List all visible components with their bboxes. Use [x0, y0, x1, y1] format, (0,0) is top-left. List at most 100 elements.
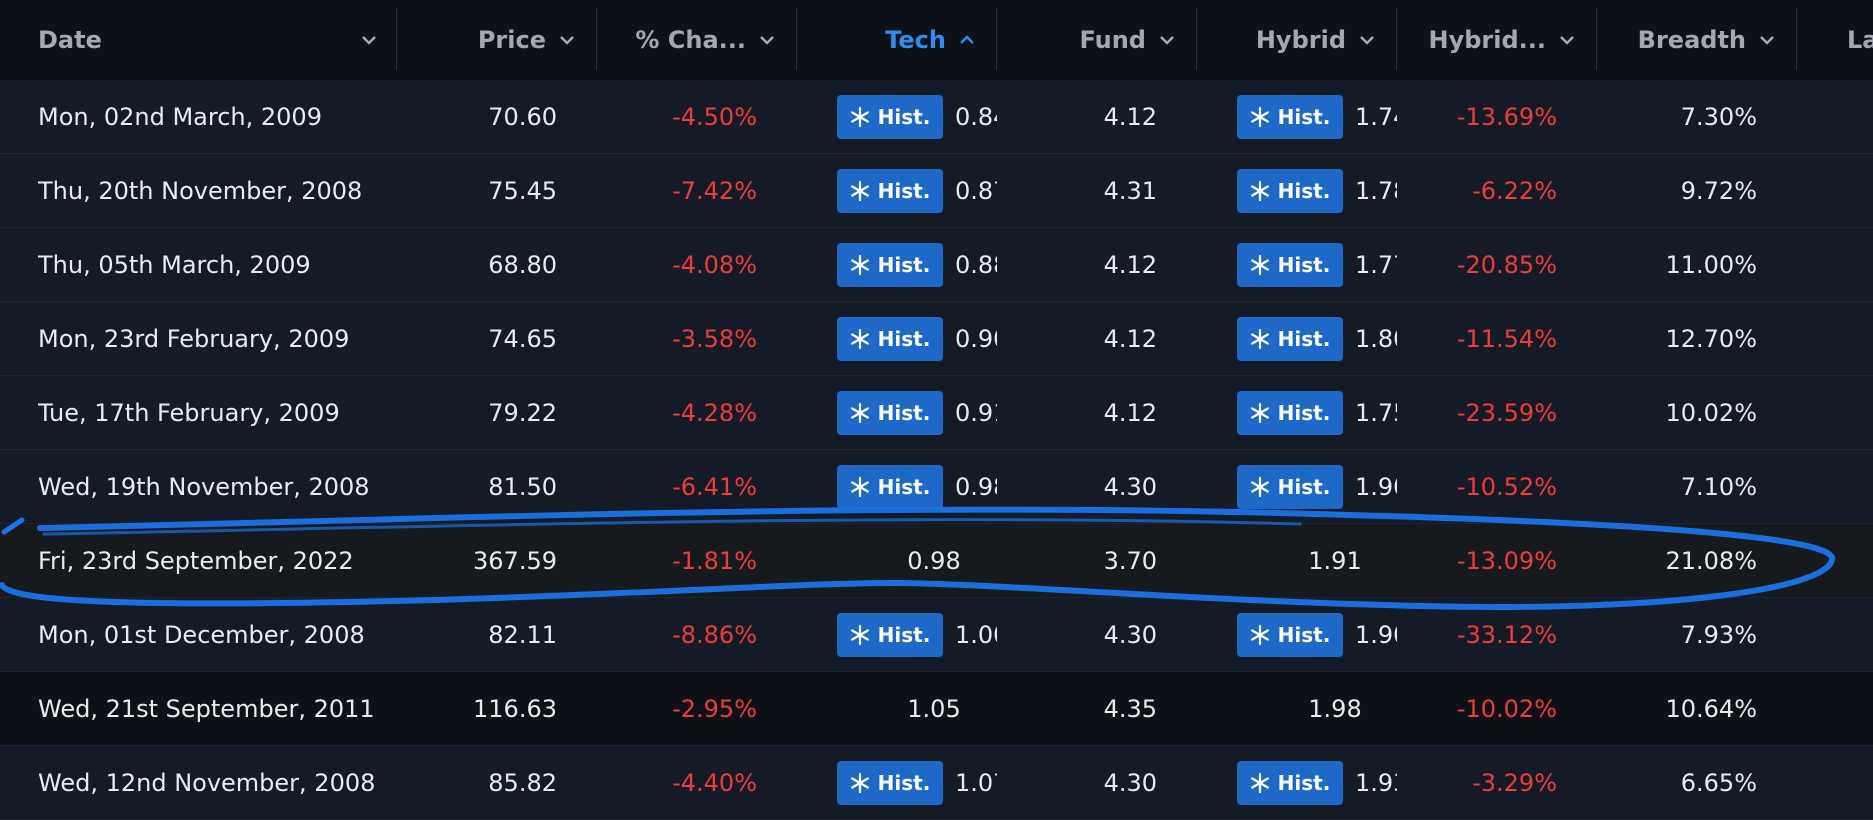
hybrid2-value: -13.09%	[1456, 547, 1557, 575]
table-row[interactable]: Mon, 01st December, 2008 82.11 -8.86% Hist.…	[0, 598, 1873, 672]
cell-hybrid-2: -20.85%	[1400, 228, 1557, 302]
hist-button[interactable]: Hist.	[1237, 613, 1343, 657]
hist-button[interactable]: Hist.	[837, 95, 943, 139]
table-row[interactable]: Mon, 02nd March, 2009 70.60 -4.50% Hist. 0.8…	[0, 80, 1873, 154]
cell-tech: Hist. 0.87	[837, 154, 997, 228]
breadth-value: 7.30%	[1680, 103, 1757, 131]
hist-button[interactable]: Hist.	[837, 465, 943, 509]
column-header-last[interactable]: La	[1847, 0, 1873, 80]
hist-button[interactable]: Hist.	[1237, 243, 1343, 287]
hist-button-label: Hist.	[877, 401, 931, 425]
column-header-tech[interactable]: Tech	[797, 0, 974, 80]
cell-hybrid: Hist. 1.90	[1237, 598, 1397, 672]
hist-button[interactable]: Hist.	[1237, 465, 1343, 509]
hist-button[interactable]: Hist.	[1237, 95, 1343, 139]
hybrid2-value: -23.59%	[1456, 399, 1557, 427]
hist-button-label: Hist.	[877, 623, 931, 647]
cell-date: Wed, 19th November, 2008	[38, 450, 378, 524]
snowflake-icon	[1250, 255, 1269, 275]
hist-button-label: Hist.	[1277, 179, 1331, 203]
cell-fund: 4.12	[1000, 302, 1157, 376]
hist-button-label: Hist.	[877, 105, 931, 129]
date-value: Wed, 19th November, 2008	[38, 473, 370, 501]
tech-value: 0.98	[907, 547, 961, 575]
hist-button[interactable]: Hist.	[837, 613, 943, 657]
snowflake-icon	[1250, 107, 1269, 127]
cell-hybrid-2: -10.52%	[1400, 450, 1557, 524]
column-header-price[interactable]: Price	[397, 0, 574, 80]
column-header-date[interactable]: Date	[38, 0, 376, 80]
fund-value: 4.30	[1103, 769, 1157, 797]
column-label: La	[1847, 26, 1873, 54]
column-header-fund[interactable]: Fund	[997, 0, 1174, 80]
table-header: Date Price % Cha... Tech Fund Hybrid Hyb…	[0, 0, 1873, 81]
date-value: Wed, 21st September, 2011	[38, 695, 375, 723]
hybrid-value: 1.90	[1355, 473, 1397, 501]
tech-value: 0.84	[955, 103, 997, 131]
cell-price: 82.11	[400, 598, 557, 672]
hist-button[interactable]: Hist.	[837, 243, 943, 287]
tech-value: 0.87	[955, 177, 997, 205]
cell-breadth: 9.72%	[1600, 154, 1757, 228]
hybrid-value: 1.93	[1355, 769, 1397, 797]
table-row[interactable]: Wed, 12nd November, 2008 85.82 -4.40% Hist.…	[0, 746, 1873, 820]
snowflake-icon	[1250, 773, 1269, 793]
cell-breadth: 21.08%	[1600, 524, 1757, 598]
cell-breadth: 7.10%	[1600, 450, 1757, 524]
snowflake-icon	[1250, 181, 1269, 201]
hybrid-value: 1.77	[1355, 251, 1397, 279]
table-row[interactable]: Wed, 21st September, 2011 116.63 -2.95% 1.0…	[0, 672, 1873, 746]
hybrid2-value: -10.52%	[1456, 473, 1557, 501]
chevron-down-icon	[1360, 36, 1374, 45]
price-value: 82.11	[488, 621, 557, 649]
cell-price: 85.82	[400, 746, 557, 820]
price-value: 70.60	[488, 103, 557, 131]
column-header-hybrid[interactable]: Hybrid	[1197, 0, 1374, 80]
column-header-breadth[interactable]: Breadth	[1597, 0, 1774, 80]
change-value: -6.41%	[672, 473, 757, 501]
hist-button[interactable]: Hist.	[1237, 391, 1343, 435]
hist-button[interactable]: Hist.	[1237, 761, 1343, 805]
cell-fund: 4.12	[1000, 80, 1157, 154]
cell-date: Wed, 21st September, 2011	[38, 672, 378, 746]
column-header-hybrid-2[interactable]: Hybrid...	[1397, 0, 1574, 80]
cell-date: Fri, 23rd September, 2022	[38, 524, 378, 598]
fund-value: 3.70	[1103, 547, 1157, 575]
table-row[interactable]: Thu, 05th March, 2009 68.80 -4.08% Hist. 0.8…	[0, 228, 1873, 302]
price-value: 74.65	[488, 325, 557, 353]
table-row[interactable]: Thu, 20th November, 2008 75.45 -7.42% Hist.…	[0, 154, 1873, 228]
table-row[interactable]: Tue, 17th February, 2009 79.22 -4.28% Hist.…	[0, 376, 1873, 450]
hist-button[interactable]: Hist.	[837, 391, 943, 435]
hist-button[interactable]: Hist.	[1237, 169, 1343, 213]
snowflake-icon	[1250, 477, 1269, 497]
table-row[interactable]: Fri, 23rd September, 2022 367.59 -1.81% 0.9…	[0, 524, 1873, 598]
change-value: -7.42%	[672, 177, 757, 205]
breadth-value: 11.00%	[1665, 251, 1757, 279]
price-value: 85.82	[488, 769, 557, 797]
cell-fund: 4.30	[1000, 450, 1157, 524]
cell-price: 74.65	[400, 302, 557, 376]
breadth-value: 9.72%	[1680, 177, 1757, 205]
hist-button[interactable]: Hist.	[837, 169, 943, 213]
cell-fund: 4.30	[1000, 598, 1157, 672]
hybrid2-value: -33.12%	[1456, 621, 1557, 649]
chevron-down-icon	[560, 36, 574, 45]
cell-tech: Hist. 0.90	[837, 302, 997, 376]
table-row[interactable]: Mon, 23rd February, 2009 74.65 -3.58% Hist.…	[0, 302, 1873, 376]
cell-hybrid: Hist. 1.80	[1237, 302, 1397, 376]
hist-button[interactable]: Hist.	[1237, 317, 1343, 361]
column-header-change[interactable]: % Cha...	[597, 0, 774, 80]
column-label: Date	[38, 26, 102, 54]
hist-button-label: Hist.	[1277, 105, 1331, 129]
snowflake-icon	[850, 403, 869, 423]
hybrid-value: 1.90	[1355, 621, 1397, 649]
column-divider[interactable]	[1796, 8, 1797, 70]
table-row[interactable]: Wed, 19th November, 2008 81.50 -6.41% Hist.…	[0, 450, 1873, 524]
hist-button[interactable]: Hist.	[837, 317, 943, 361]
cell-tech: Hist. 0.91	[837, 376, 997, 450]
cell-hybrid: Hist. 1.77	[1237, 228, 1397, 302]
breadth-value: 7.93%	[1680, 621, 1757, 649]
breadth-value: 7.10%	[1680, 473, 1757, 501]
tech-value: 0.98	[955, 473, 997, 501]
hist-button[interactable]: Hist.	[837, 761, 943, 805]
